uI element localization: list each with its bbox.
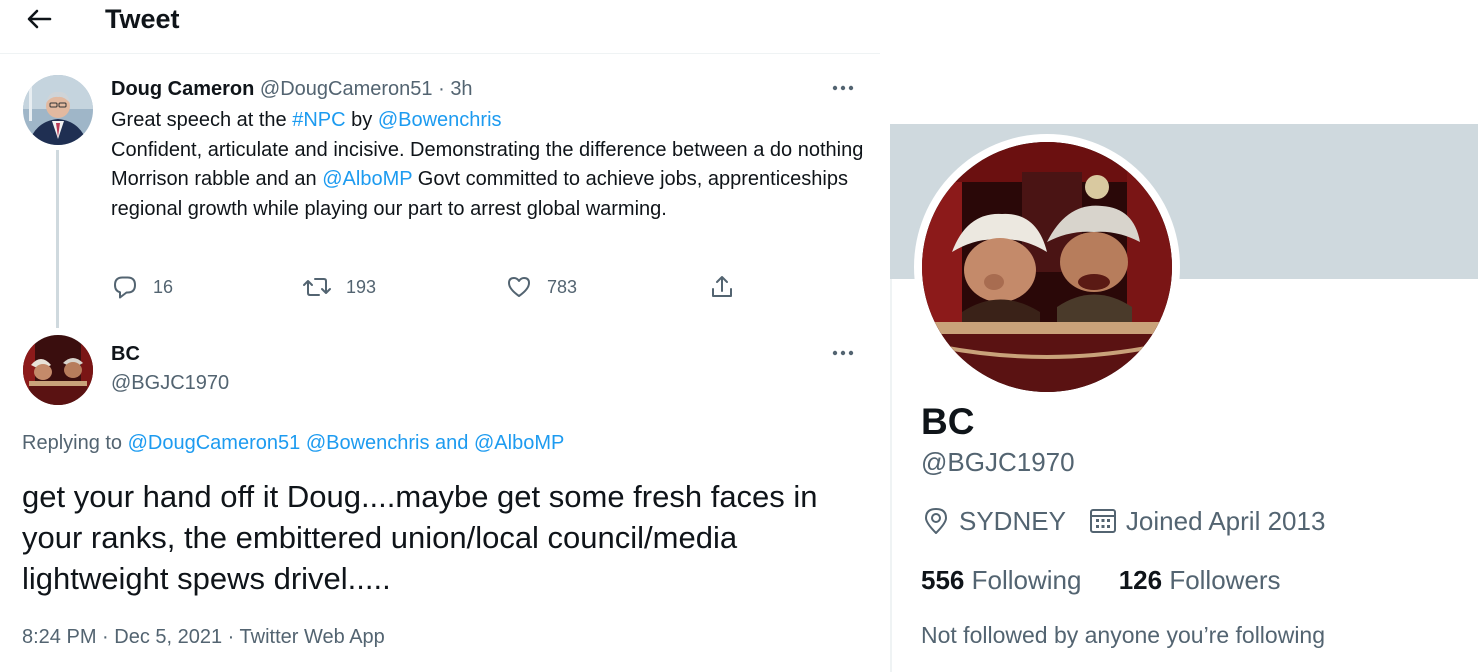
tweet-time[interactable]: 3h xyxy=(450,78,472,100)
reply-more-options-button[interactable] xyxy=(830,343,856,363)
profile-name[interactable]: BC xyxy=(921,400,974,444)
reply-count: 16 xyxy=(153,276,174,297)
location-pin-icon xyxy=(925,508,947,534)
profile-avatar[interactable] xyxy=(922,142,1172,392)
profile-stats: 556 Following 126 Followers xyxy=(921,563,1311,597)
profile-card: BC @BGJC1970 SYDNEY Joined April 2013 55… xyxy=(890,0,1478,672)
profile-handle[interactable]: @BGJC1970 xyxy=(921,446,1075,478)
muppets-balcony-photo xyxy=(23,335,93,405)
heart-icon xyxy=(508,277,530,297)
more-horizontal-icon xyxy=(832,85,854,91)
tweet-timestamp[interactable]: 8:24 PM · Dec 5, 2021 · Twitter Web App xyxy=(22,624,385,650)
author-handle[interactable]: @DougCameron51 xyxy=(260,78,433,100)
separator-dot: · xyxy=(432,78,451,100)
thread-connector-line xyxy=(56,150,59,328)
following-count: 556 xyxy=(921,565,965,595)
mention-link[interactable]: @Bowenchris xyxy=(306,432,430,454)
reply-icon xyxy=(114,276,136,299)
mention-link[interactable]: @AlboMP xyxy=(474,432,564,454)
more-horizontal-icon xyxy=(832,350,854,356)
bc-avatar[interactable] xyxy=(23,335,93,405)
retweet-count: 193 xyxy=(346,276,377,297)
mention-link[interactable]: @AlboMP xyxy=(322,168,412,190)
followers-count: 126 xyxy=(1118,565,1163,595)
replying-to-line: Replying to @DougCameron51 @Bowenchris a… xyxy=(22,430,564,456)
arrow-left-icon xyxy=(27,9,52,29)
share-icon xyxy=(712,276,732,297)
retweet-icon xyxy=(303,278,331,296)
reply-tweet-text: get your hand off it Doug....maybe get s… xyxy=(22,479,818,596)
like-button[interactable]: 783 xyxy=(505,272,577,302)
tweet-text-segment: by xyxy=(345,109,378,131)
mention-link[interactable]: @Bowenchris xyxy=(378,109,502,131)
reply-button[interactable]: 16 xyxy=(111,272,173,302)
location-text: SYDNEY xyxy=(959,505,1066,536)
page-title: Tweet xyxy=(105,4,180,34)
tweet-text-segment: Great speech at the xyxy=(111,109,293,131)
more-options-button[interactable] xyxy=(830,78,856,98)
tweet-header: Tweet xyxy=(0,0,880,54)
doug-cameron-avatar[interactable] xyxy=(23,75,93,145)
not-followed-notice: Not followed by anyone you’re following xyxy=(921,622,1326,648)
pane-divider xyxy=(890,279,892,672)
and-word: and xyxy=(429,432,474,454)
reply-author-handle[interactable]: @BGJC1970 xyxy=(111,370,229,396)
hashtag-link[interactable]: #NPC xyxy=(292,109,345,131)
replying-to-label: Replying to xyxy=(22,432,128,454)
tweet-detail-pane: Tweet Doug Cameron @DougCameron51 · 3h G… xyxy=(0,0,880,672)
doug-cameron-photo xyxy=(23,75,93,145)
profile-location: SYDNEY xyxy=(921,506,1066,537)
followers-label: Followers xyxy=(1169,565,1281,595)
calendar-icon xyxy=(1089,509,1116,533)
like-count: 783 xyxy=(547,276,578,297)
profile-joined-date: Joined April 2013 xyxy=(1088,506,1325,537)
muppets-balcony-photo xyxy=(922,142,1172,392)
author-name[interactable]: Doug Cameron xyxy=(111,78,254,100)
mention-link[interactable]: @DougCameron51 xyxy=(128,432,301,454)
tweet-text: Great speech at the #NPC by @Bowenchris C… xyxy=(111,106,871,224)
retweet-button[interactable]: 193 xyxy=(302,272,376,302)
tweet-author-line: Doug Cameron @DougCameron51 · 3h xyxy=(111,76,473,102)
followers-link[interactable]: 126 Followers xyxy=(1119,565,1281,595)
reply-author-name[interactable]: BC xyxy=(111,341,140,367)
back-button[interactable] xyxy=(22,2,56,36)
following-link[interactable]: 556 Following xyxy=(921,565,1081,595)
share-button[interactable] xyxy=(708,272,736,302)
following-label: Following xyxy=(971,565,1082,595)
profile-info-row: SYDNEY Joined April 2013 xyxy=(921,502,1347,540)
joined-text: Joined April 2013 xyxy=(1125,505,1326,536)
